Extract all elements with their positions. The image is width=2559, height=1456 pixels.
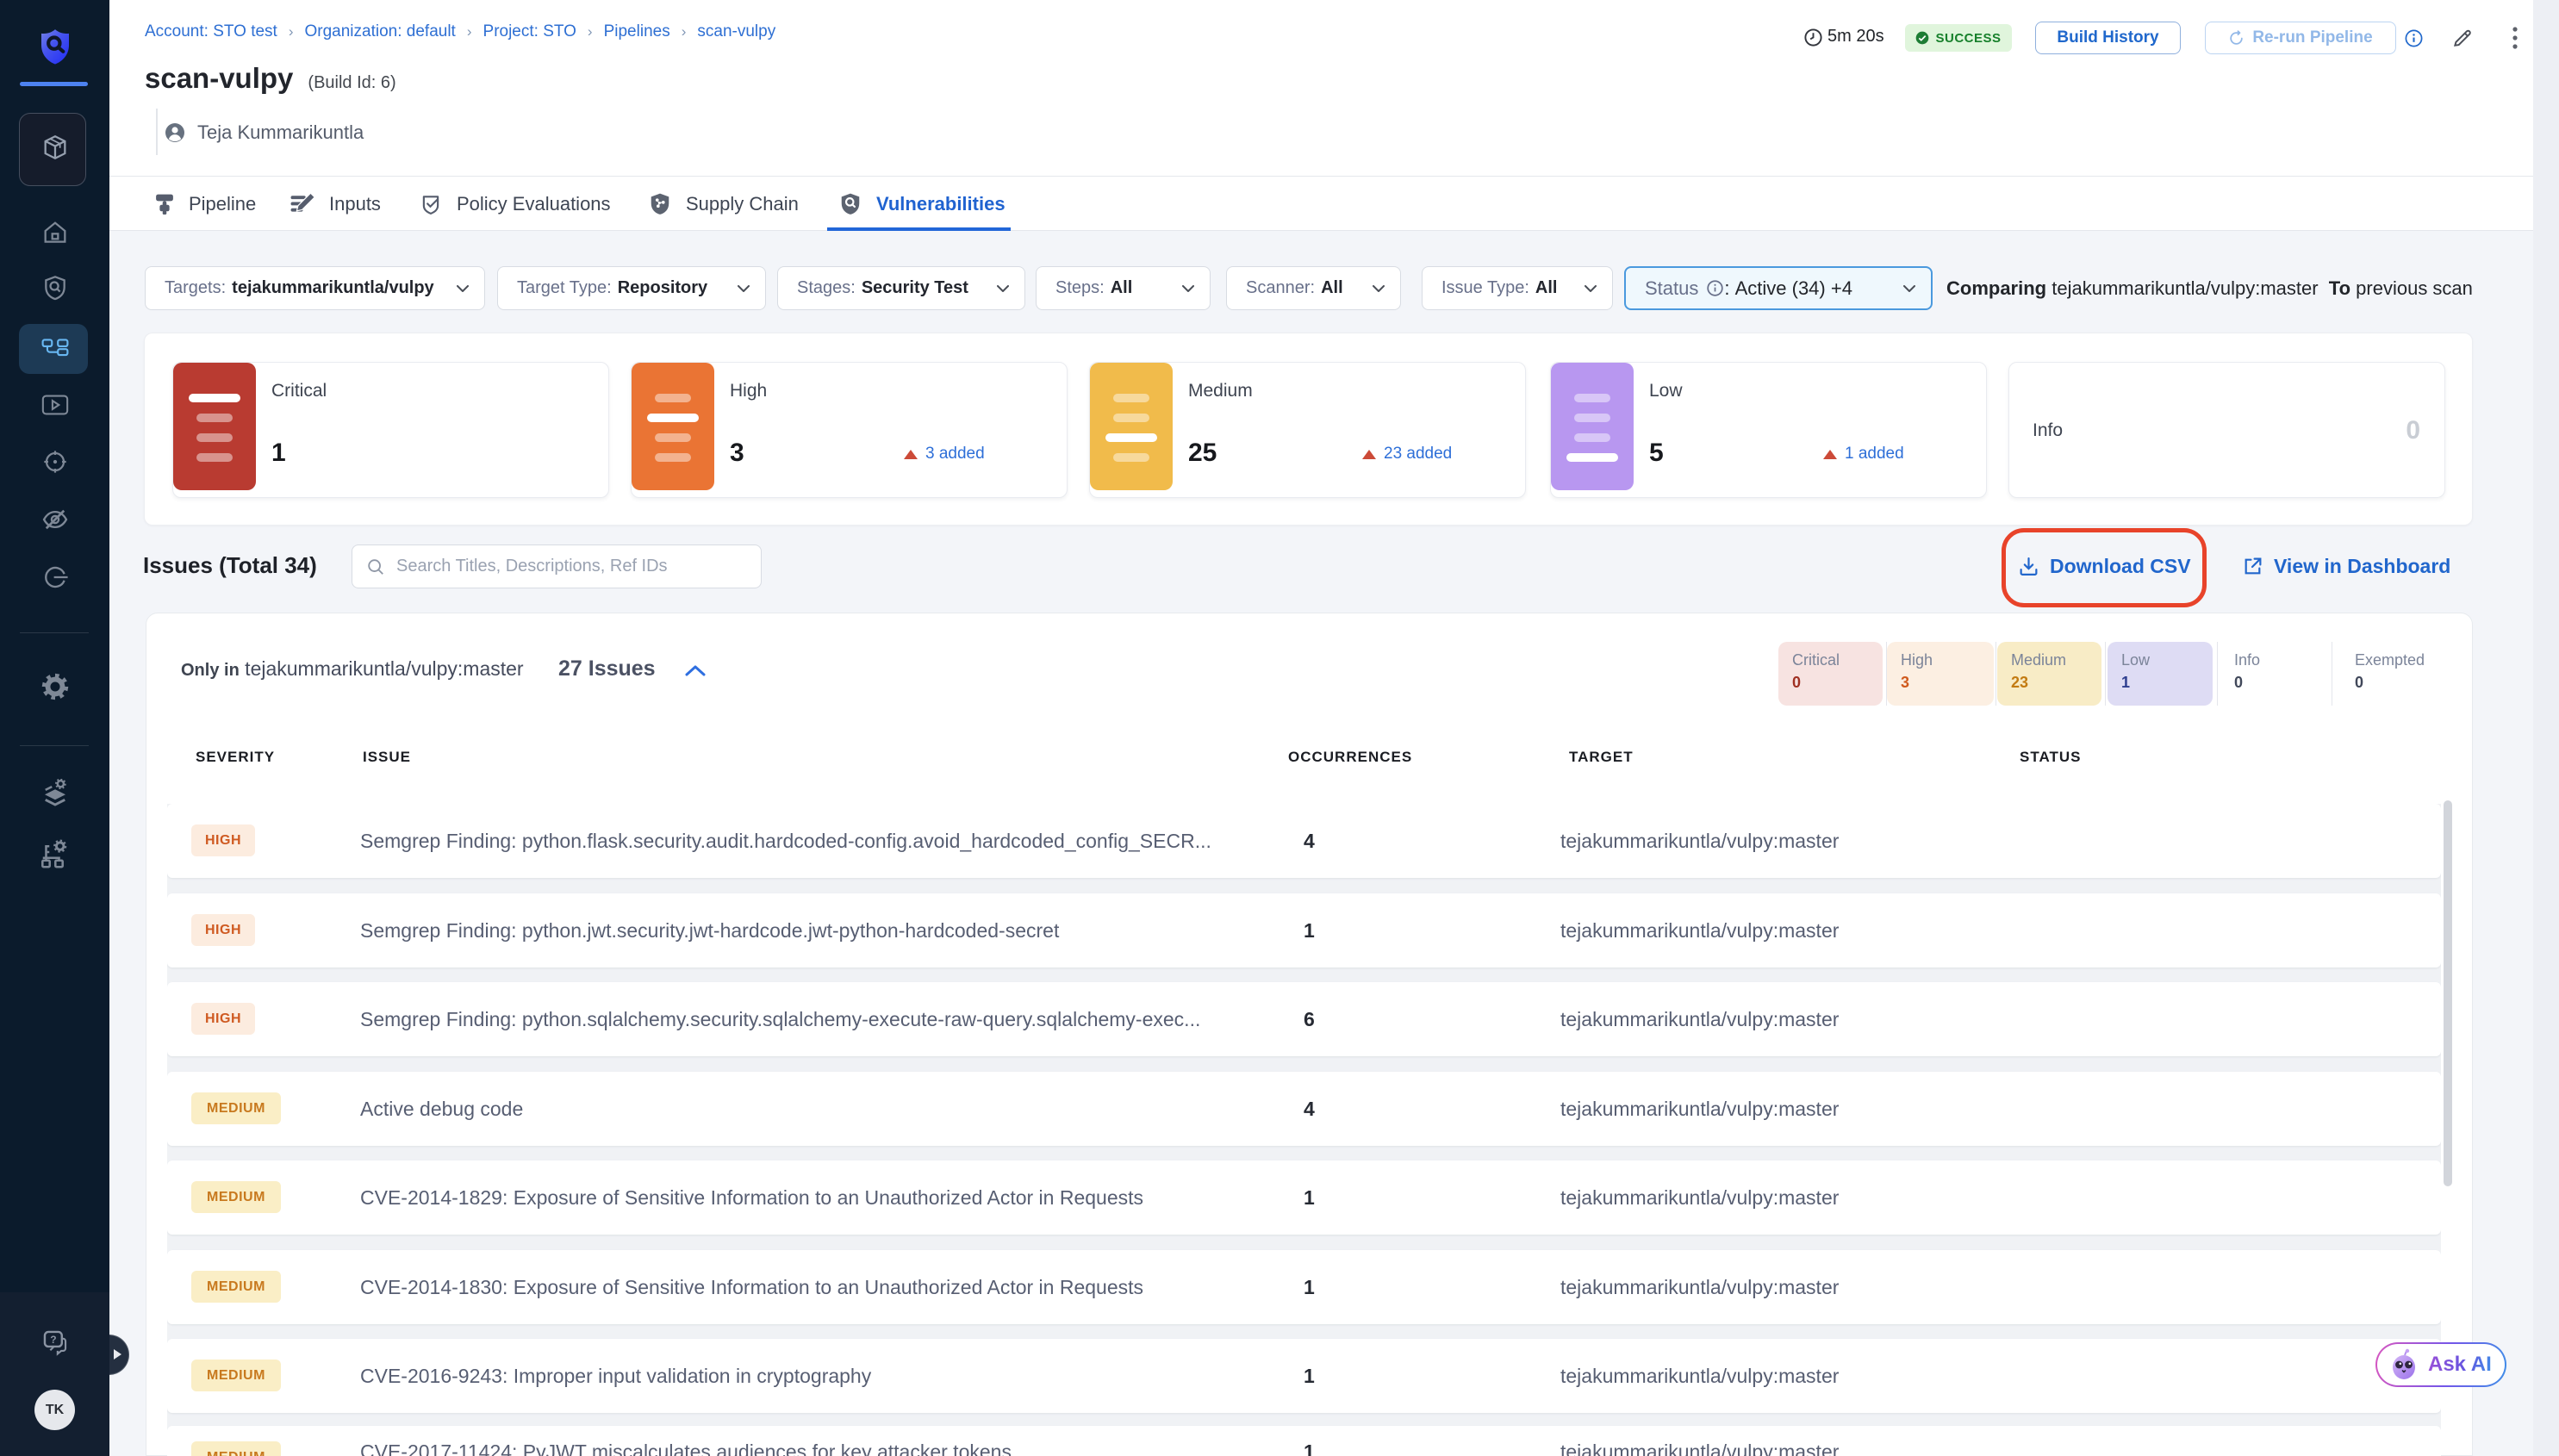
svg-text:?: ? — [50, 1334, 56, 1346]
